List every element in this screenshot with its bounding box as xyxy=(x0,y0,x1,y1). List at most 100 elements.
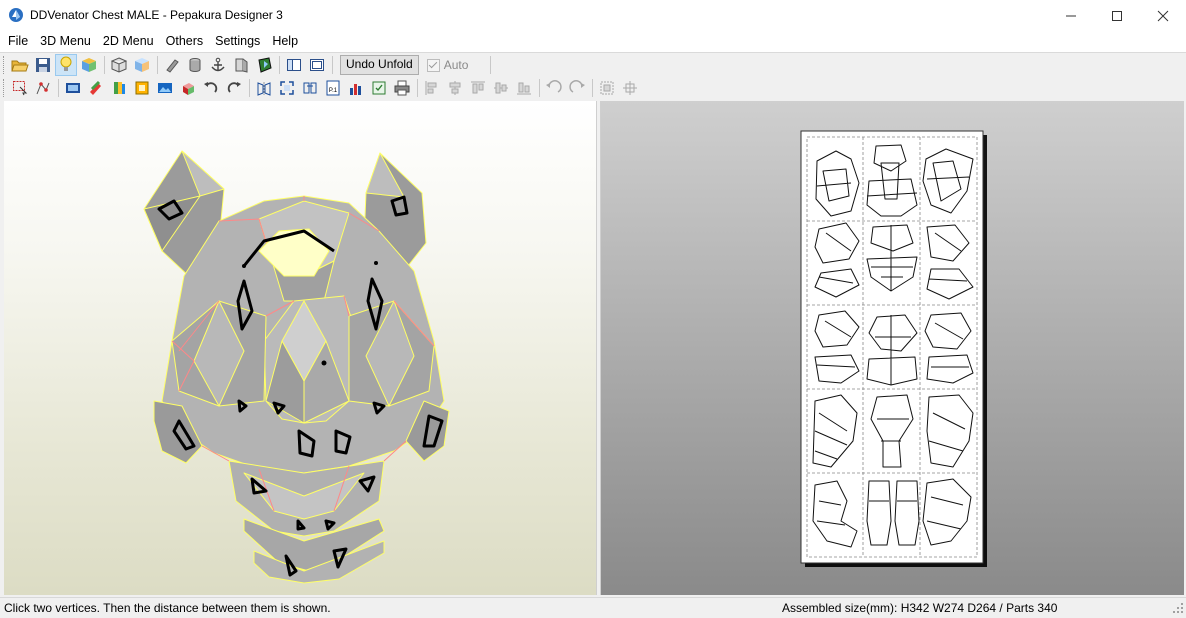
toolbar-separator xyxy=(58,79,59,97)
toolbar-separator xyxy=(249,79,250,97)
path-button[interactable] xyxy=(32,77,54,99)
close-icon xyxy=(1157,10,1169,21)
cube-wire-button[interactable] xyxy=(108,54,130,76)
edge-flat-button[interactable] xyxy=(230,54,252,76)
toolbar-grip[interactable] xyxy=(3,79,7,97)
cylinder-button[interactable] xyxy=(184,54,206,76)
tools-icon xyxy=(90,80,101,95)
3d-chest-model[interactable] xyxy=(4,101,596,595)
film-icon xyxy=(66,83,80,93)
3d-view-pane[interactable] xyxy=(4,101,596,595)
close-button[interactable] xyxy=(1140,0,1186,31)
align-bottom-button[interactable] xyxy=(513,77,535,99)
box-edit-icon xyxy=(183,83,194,95)
box-edit-button[interactable] xyxy=(177,77,199,99)
status-bar: Click two vertices. Then the distance be… xyxy=(0,597,1186,618)
rotate-left-button[interactable] xyxy=(200,77,222,99)
align-bottom-icon xyxy=(517,82,531,95)
align-center-icon xyxy=(449,81,461,95)
cube-texture-button[interactable] xyxy=(131,54,153,76)
h-flip-icon xyxy=(303,82,317,94)
film-button[interactable] xyxy=(62,77,84,99)
open-button[interactable] xyxy=(9,54,31,76)
undo-unfold-button[interactable]: Undo Unfold xyxy=(340,55,419,75)
anchor-button[interactable] xyxy=(207,54,229,76)
chart-button[interactable] xyxy=(345,77,367,99)
cube-color-icon xyxy=(82,58,96,72)
dual-pane-button[interactable] xyxy=(306,54,328,76)
fit-button[interactable] xyxy=(276,77,298,99)
align-left-button[interactable] xyxy=(421,77,443,99)
menu-2d[interactable]: 2D Menu xyxy=(97,32,160,51)
toolbar-separator xyxy=(490,56,492,74)
distribute-v-button[interactable] xyxy=(619,77,641,99)
menu-file[interactable]: File xyxy=(0,32,34,51)
auto-label: Auto xyxy=(443,58,469,72)
toolbar-separator xyxy=(157,56,158,74)
2d-view-pane[interactable] xyxy=(601,101,1184,595)
edge-flat-icon xyxy=(235,58,248,73)
menu-settings[interactable]: Settings xyxy=(209,32,266,51)
page-button[interactable]: P.1 xyxy=(322,77,344,99)
light-button[interactable] xyxy=(55,54,77,76)
title-bar: DDVenator Chest MALE - Pepakura Designer… xyxy=(0,0,1186,31)
rotate-90-cw-button[interactable] xyxy=(566,77,588,99)
rotate-90-cw-icon xyxy=(569,80,585,93)
save-icon xyxy=(36,58,50,72)
mirror-icon xyxy=(257,82,271,96)
image-icon xyxy=(158,83,172,93)
single-pane-button[interactable] xyxy=(283,54,305,76)
toolbar-separator xyxy=(539,79,540,97)
auto-check-mark xyxy=(426,58,440,72)
dual-pane-icon xyxy=(310,59,324,71)
parts-icon xyxy=(135,81,149,95)
edit-button[interactable] xyxy=(161,54,183,76)
align-center-button[interactable] xyxy=(444,77,466,99)
menu-help[interactable]: Help xyxy=(266,32,304,51)
image-button[interactable] xyxy=(154,77,176,99)
sheet-button[interactable] xyxy=(368,77,390,99)
bar-chart-icon xyxy=(350,84,361,95)
2d-pattern-layout[interactable] xyxy=(601,101,1184,595)
anchor-icon xyxy=(211,57,225,72)
menu-3d[interactable]: 3D Menu xyxy=(34,32,97,51)
printer-icon xyxy=(394,80,410,96)
menu-bar: File 3D Menu 2D Menu Others Settings Hel… xyxy=(0,31,1186,52)
3d-shape-button[interactable] xyxy=(253,54,275,76)
h-flip-button[interactable] xyxy=(299,77,321,99)
rotate-right-button[interactable] xyxy=(223,77,245,99)
save-button[interactable] xyxy=(32,54,54,76)
lightbulb-icon xyxy=(60,56,72,71)
align-middle-button[interactable] xyxy=(490,77,512,99)
auto-checkbox[interactable]: Auto xyxy=(426,58,469,72)
distribute-v-icon xyxy=(623,81,637,95)
mirror-button[interactable] xyxy=(253,77,275,99)
tools-button[interactable] xyxy=(85,77,107,99)
color-swatch-button[interactable] xyxy=(108,77,130,99)
parts-button[interactable] xyxy=(131,77,153,99)
single-pane-icon xyxy=(287,59,301,71)
resize-grip-icon[interactable] xyxy=(1172,600,1184,614)
rotate-90-ccw-icon xyxy=(546,80,562,93)
toolbar-grip[interactable] xyxy=(3,56,7,74)
cube-color-button[interactable] xyxy=(78,54,100,76)
distribute-h-button[interactable] xyxy=(596,77,618,99)
maximize-button[interactable] xyxy=(1094,0,1140,31)
pencil-icon xyxy=(166,59,179,73)
rotate-right-icon xyxy=(227,82,241,93)
print-button[interactable] xyxy=(391,77,413,99)
sheet-icon xyxy=(372,81,386,95)
menu-others[interactable]: Others xyxy=(160,32,210,51)
page-label: P.1 xyxy=(329,88,338,94)
align-top-button[interactable] xyxy=(467,77,489,99)
minimize-button[interactable] xyxy=(1048,0,1094,31)
toolbar-separator xyxy=(592,79,593,97)
rotate-left-icon xyxy=(204,82,218,93)
rotate-90-ccw-button[interactable] xyxy=(543,77,565,99)
assembled-size: Assembled size(mm): H342 W274 D264 / Par… xyxy=(782,601,1058,615)
toolbar-separator xyxy=(417,79,418,97)
select-button[interactable] xyxy=(9,77,31,99)
select-icon xyxy=(13,81,28,96)
open-folder-icon xyxy=(11,60,29,72)
window-title: DDVenator Chest MALE - Pepakura Designer… xyxy=(30,8,283,22)
